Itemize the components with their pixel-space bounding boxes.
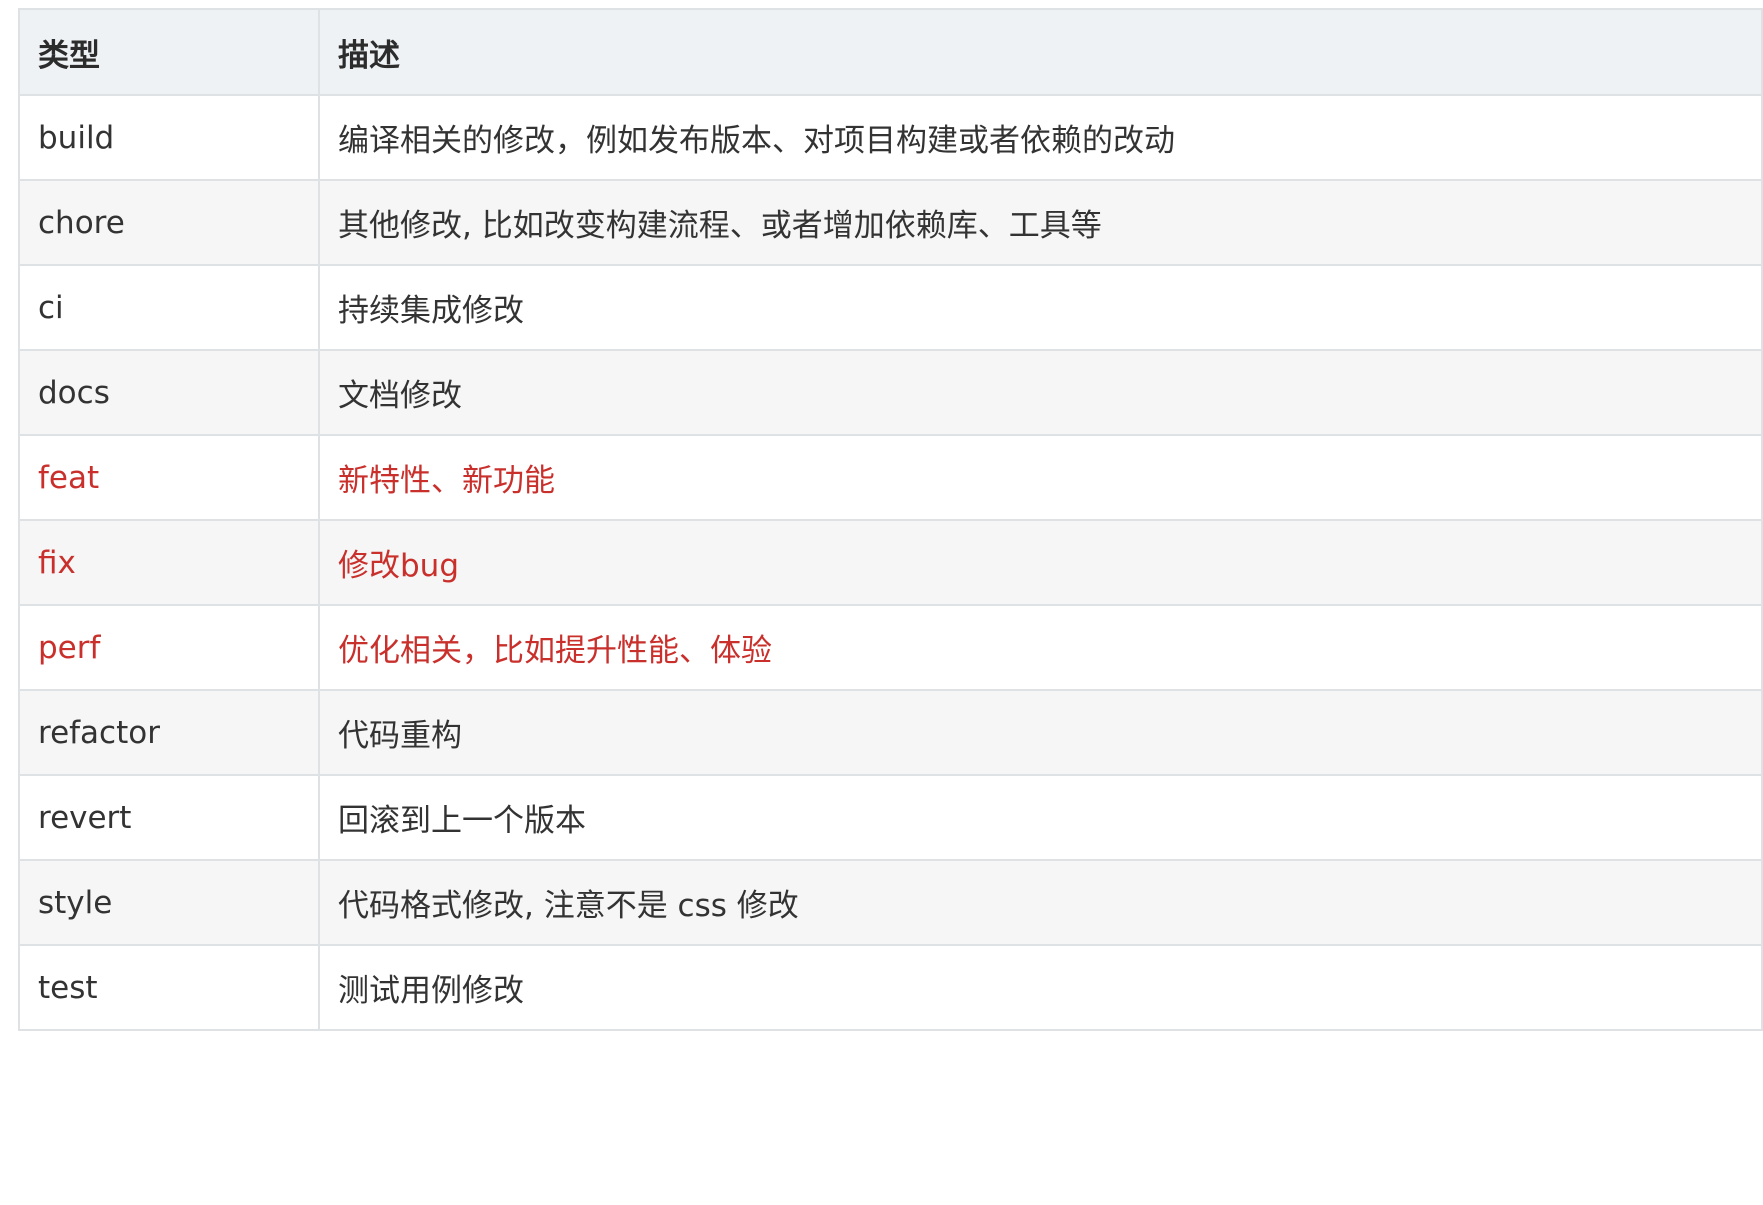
table-row: refactor 代码重构 (18, 689, 1763, 776)
type-cell: fix (18, 519, 320, 606)
description-cell: 回滚到上一个版本 (318, 774, 1763, 861)
type-cell: docs (18, 349, 320, 436)
type-cell: ci (18, 264, 320, 351)
description-cell: 编译相关的修改，例如发布版本、对项目构建或者依赖的改动 (318, 94, 1763, 181)
type-cell: perf (18, 604, 320, 691)
description-cell: 新特性、新功能 (318, 434, 1763, 521)
description-cell: 修改bug (318, 519, 1763, 606)
type-cell: style (18, 859, 320, 946)
table-row: ci 持续集成修改 (18, 264, 1763, 351)
commit-types-table-container: 类型 描述 build 编译相关的修改，例如发布版本、对项目构建或者依赖的改动 ch… (18, 8, 1763, 1031)
type-cell: feat (18, 434, 320, 521)
description-cell: 持续集成修改 (318, 264, 1763, 351)
type-cell: refactor (18, 689, 320, 776)
description-cell: 其他修改, 比如改变构建流程、或者增加依赖库、工具等 (318, 179, 1763, 266)
description-cell: 优化相关，比如提升性能、体验 (318, 604, 1763, 691)
description-cell: 代码格式修改, 注意不是 css 修改 (318, 859, 1763, 946)
type-cell: revert (18, 774, 320, 861)
type-cell: test (18, 944, 320, 1031)
column-header-type: 类型 (18, 8, 320, 96)
table-header-row: 类型 描述 (18, 8, 1763, 96)
table-row: fix 修改bug (18, 519, 1763, 606)
table-row: revert 回滚到上一个版本 (18, 774, 1763, 861)
description-cell: 文档修改 (318, 349, 1763, 436)
description-cell: 测试用例修改 (318, 944, 1763, 1031)
description-cell: 代码重构 (318, 689, 1763, 776)
table-row: style 代码格式修改, 注意不是 css 修改 (18, 859, 1763, 946)
table-row: perf 优化相关，比如提升性能、体验 (18, 604, 1763, 691)
table-row: feat 新特性、新功能 (18, 434, 1763, 521)
commit-types-table: 类型 描述 build 编译相关的修改，例如发布版本、对项目构建或者依赖的改动 ch… (18, 8, 1763, 1031)
table-row: docs 文档修改 (18, 349, 1763, 436)
column-header-description: 描述 (318, 8, 1763, 96)
type-cell: build (18, 94, 320, 181)
table-row: test 测试用例修改 (18, 944, 1763, 1031)
table-row: chore 其他修改, 比如改变构建流程、或者增加依赖库、工具等 (18, 179, 1763, 266)
type-cell: chore (18, 179, 320, 266)
table-row: build 编译相关的修改，例如发布版本、对项目构建或者依赖的改动 (18, 94, 1763, 181)
